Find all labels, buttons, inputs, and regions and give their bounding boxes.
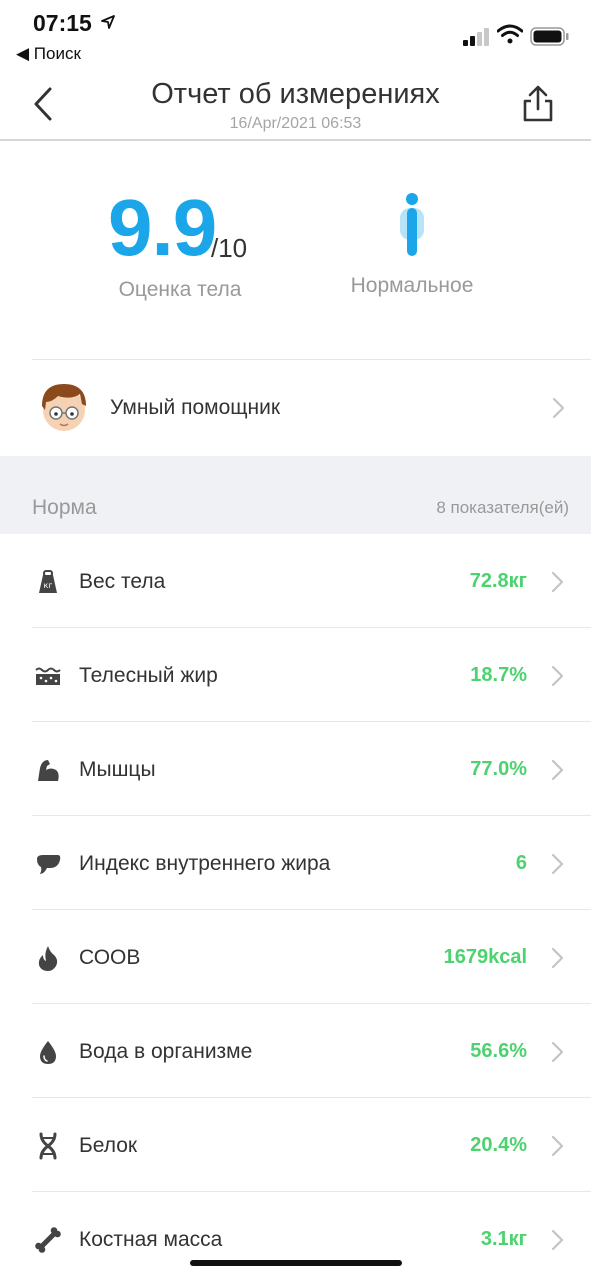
metric-value: 77.0% <box>470 758 527 780</box>
cellular-signal-icon <box>463 28 489 46</box>
section-header <box>0 456 591 534</box>
body-fat-icon <box>35 667 61 685</box>
chevron-right-icon <box>551 665 564 687</box>
metric-row-visceral-fat[interactable]: Индекс внутреннего жира 6 <box>0 816 591 910</box>
page-title: Отчет об измерениях <box>151 78 440 110</box>
metric-value: 3.1кг <box>480 1228 527 1250</box>
chevron-right-icon <box>551 759 564 781</box>
back-to-search-link[interactable]: ◀ Поиск <box>16 44 81 64</box>
bone-icon <box>35 1227 61 1253</box>
metric-row-weight[interactable]: кг Вес тела 72.8кг <box>0 534 591 628</box>
chevron-right-icon <box>551 1041 564 1063</box>
body-score-label: Оценка тела <box>118 278 242 301</box>
metric-value: 1679kcal <box>443 946 527 968</box>
battery-icon <box>530 27 569 46</box>
chevron-right-icon <box>551 947 564 969</box>
metric-row-bmr[interactable]: СООВ 1679kcal <box>0 910 591 1004</box>
metric-row-body-water[interactable]: Вода в организме 56.6% <box>0 1004 591 1098</box>
metric-label: Костная масса <box>79 1228 223 1251</box>
metric-label: СООВ <box>79 946 141 969</box>
smart-assistant-label: Умный помощник <box>110 396 281 419</box>
chevron-right-icon <box>551 1229 564 1251</box>
body-type-label: Нормальное <box>350 274 474 297</box>
location-arrow-icon <box>101 15 115 29</box>
header-divider <box>0 139 591 141</box>
metric-value: 72.8кг <box>469 570 527 592</box>
metric-value: 18.7% <box>470 664 527 686</box>
wifi-icon <box>497 24 523 44</box>
metric-label: Мышцы <box>79 758 156 781</box>
chevron-right-icon <box>552 397 565 419</box>
metric-label: Индекс внутреннего жира <box>79 852 331 875</box>
metric-label: Вес тела <box>79 570 166 593</box>
chevron-right-icon <box>551 853 564 875</box>
share-icon[interactable] <box>520 84 556 124</box>
chevron-right-icon <box>551 1135 564 1157</box>
muscle-icon <box>38 760 59 781</box>
metric-value: 6 <box>515 852 527 874</box>
metric-row-bone-mass[interactable]: Костная масса 3.1кг <box>0 1192 591 1286</box>
metric-value: 56.6% <box>470 1040 527 1062</box>
metric-label: Телесный жир <box>79 664 218 687</box>
protein-dna-icon <box>39 1132 57 1160</box>
chevron-right-icon <box>551 571 564 593</box>
measurement-datetime: 16/Apr/2021 06:53 <box>229 115 362 132</box>
water-drop-icon <box>40 1041 56 1064</box>
metric-label: Белок <box>79 1134 138 1157</box>
body-score-value: 9.9 <box>108 183 217 272</box>
metric-label: Вода в организме <box>79 1040 253 1063</box>
metric-value: 20.4% <box>470 1134 527 1156</box>
metric-row-body-fat[interactable]: Телесный жир 18.7% <box>0 628 591 722</box>
smart-assistant-row[interactable]: Умный помощник <box>0 360 591 456</box>
metric-row-muscle[interactable]: Мышцы 77.0% <box>0 722 591 816</box>
assistant-avatar <box>42 384 86 431</box>
flame-icon <box>38 946 58 971</box>
visceral-fat-icon <box>37 855 61 874</box>
section-count: 8 показателя(ей) <box>436 498 569 517</box>
svg-text:кг: кг <box>43 581 52 590</box>
home-indicator[interactable] <box>190 1260 402 1266</box>
body-score-denominator: /10 <box>211 233 248 263</box>
weight-icon: кг <box>39 570 57 593</box>
metric-row-protein[interactable]: Белок 20.4% <box>0 1098 591 1192</box>
section-title: Норма <box>32 496 97 519</box>
status-time: 07:15 <box>33 10 92 36</box>
body-figure-icon <box>400 193 424 256</box>
